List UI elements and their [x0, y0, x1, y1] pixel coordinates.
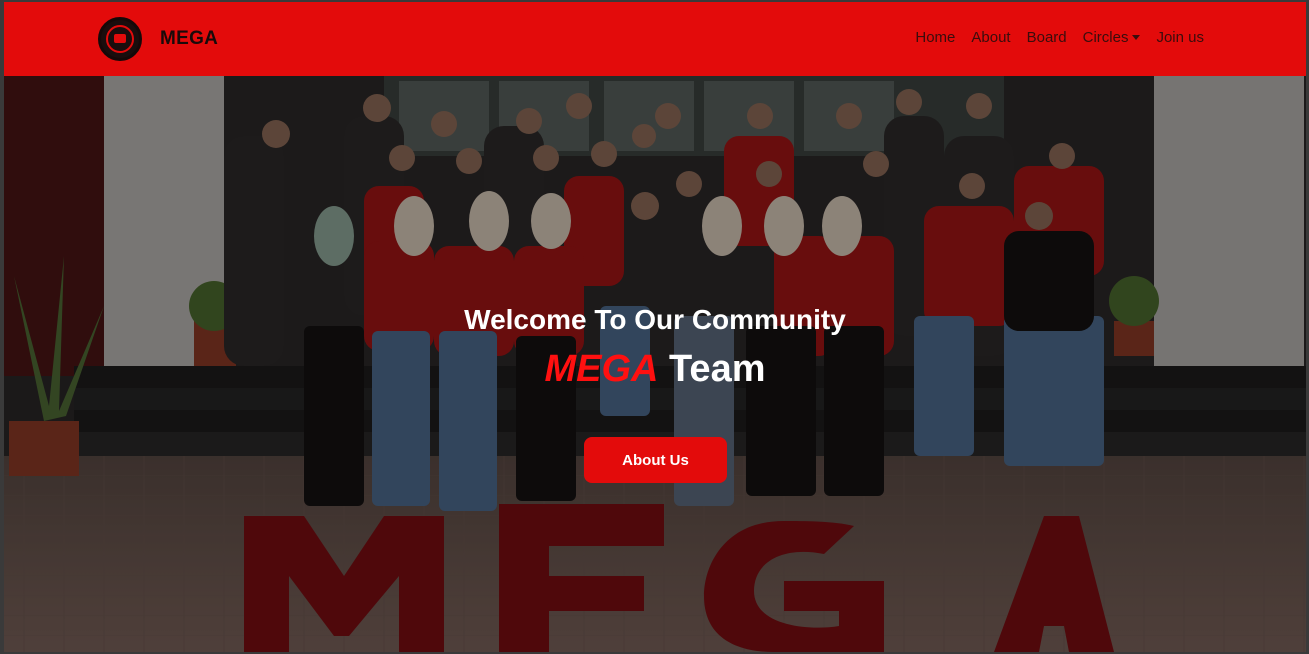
nav-circles-dropdown[interactable]: Circles: [1083, 29, 1141, 46]
hero-team-suffix: Team: [658, 348, 766, 390]
mega-logo-icon: [98, 17, 142, 61]
nav-circles-label: Circles: [1082, 29, 1129, 46]
hero-section: Welcome To Our Community MEGA Team About…: [4, 76, 1306, 652]
chevron-down-icon: [1132, 35, 1141, 40]
navbar: MEGA Home About Board Circles Join us: [4, 2, 1306, 76]
hero-team-heading: MEGA Team: [4, 348, 1306, 391]
about-us-button[interactable]: About Us: [584, 437, 727, 483]
hero-team-highlight: MEGA: [544, 348, 659, 390]
nav-home[interactable]: Home: [915, 29, 955, 46]
brand-name: MEGA: [160, 28, 219, 49]
nav-join-us[interactable]: Join us: [1156, 29, 1204, 46]
browser-viewport: MEGA Home About Board Circles Join us We…: [4, 2, 1306, 652]
brand-link[interactable]: MEGA: [98, 15, 218, 63]
nav-board[interactable]: Board: [1027, 29, 1067, 46]
nav-menu: Home About Board Circles Join us: [915, 29, 1204, 46]
hero-welcome-heading: Welcome To Our Community: [464, 304, 846, 335]
nav-about[interactable]: About: [971, 29, 1010, 46]
